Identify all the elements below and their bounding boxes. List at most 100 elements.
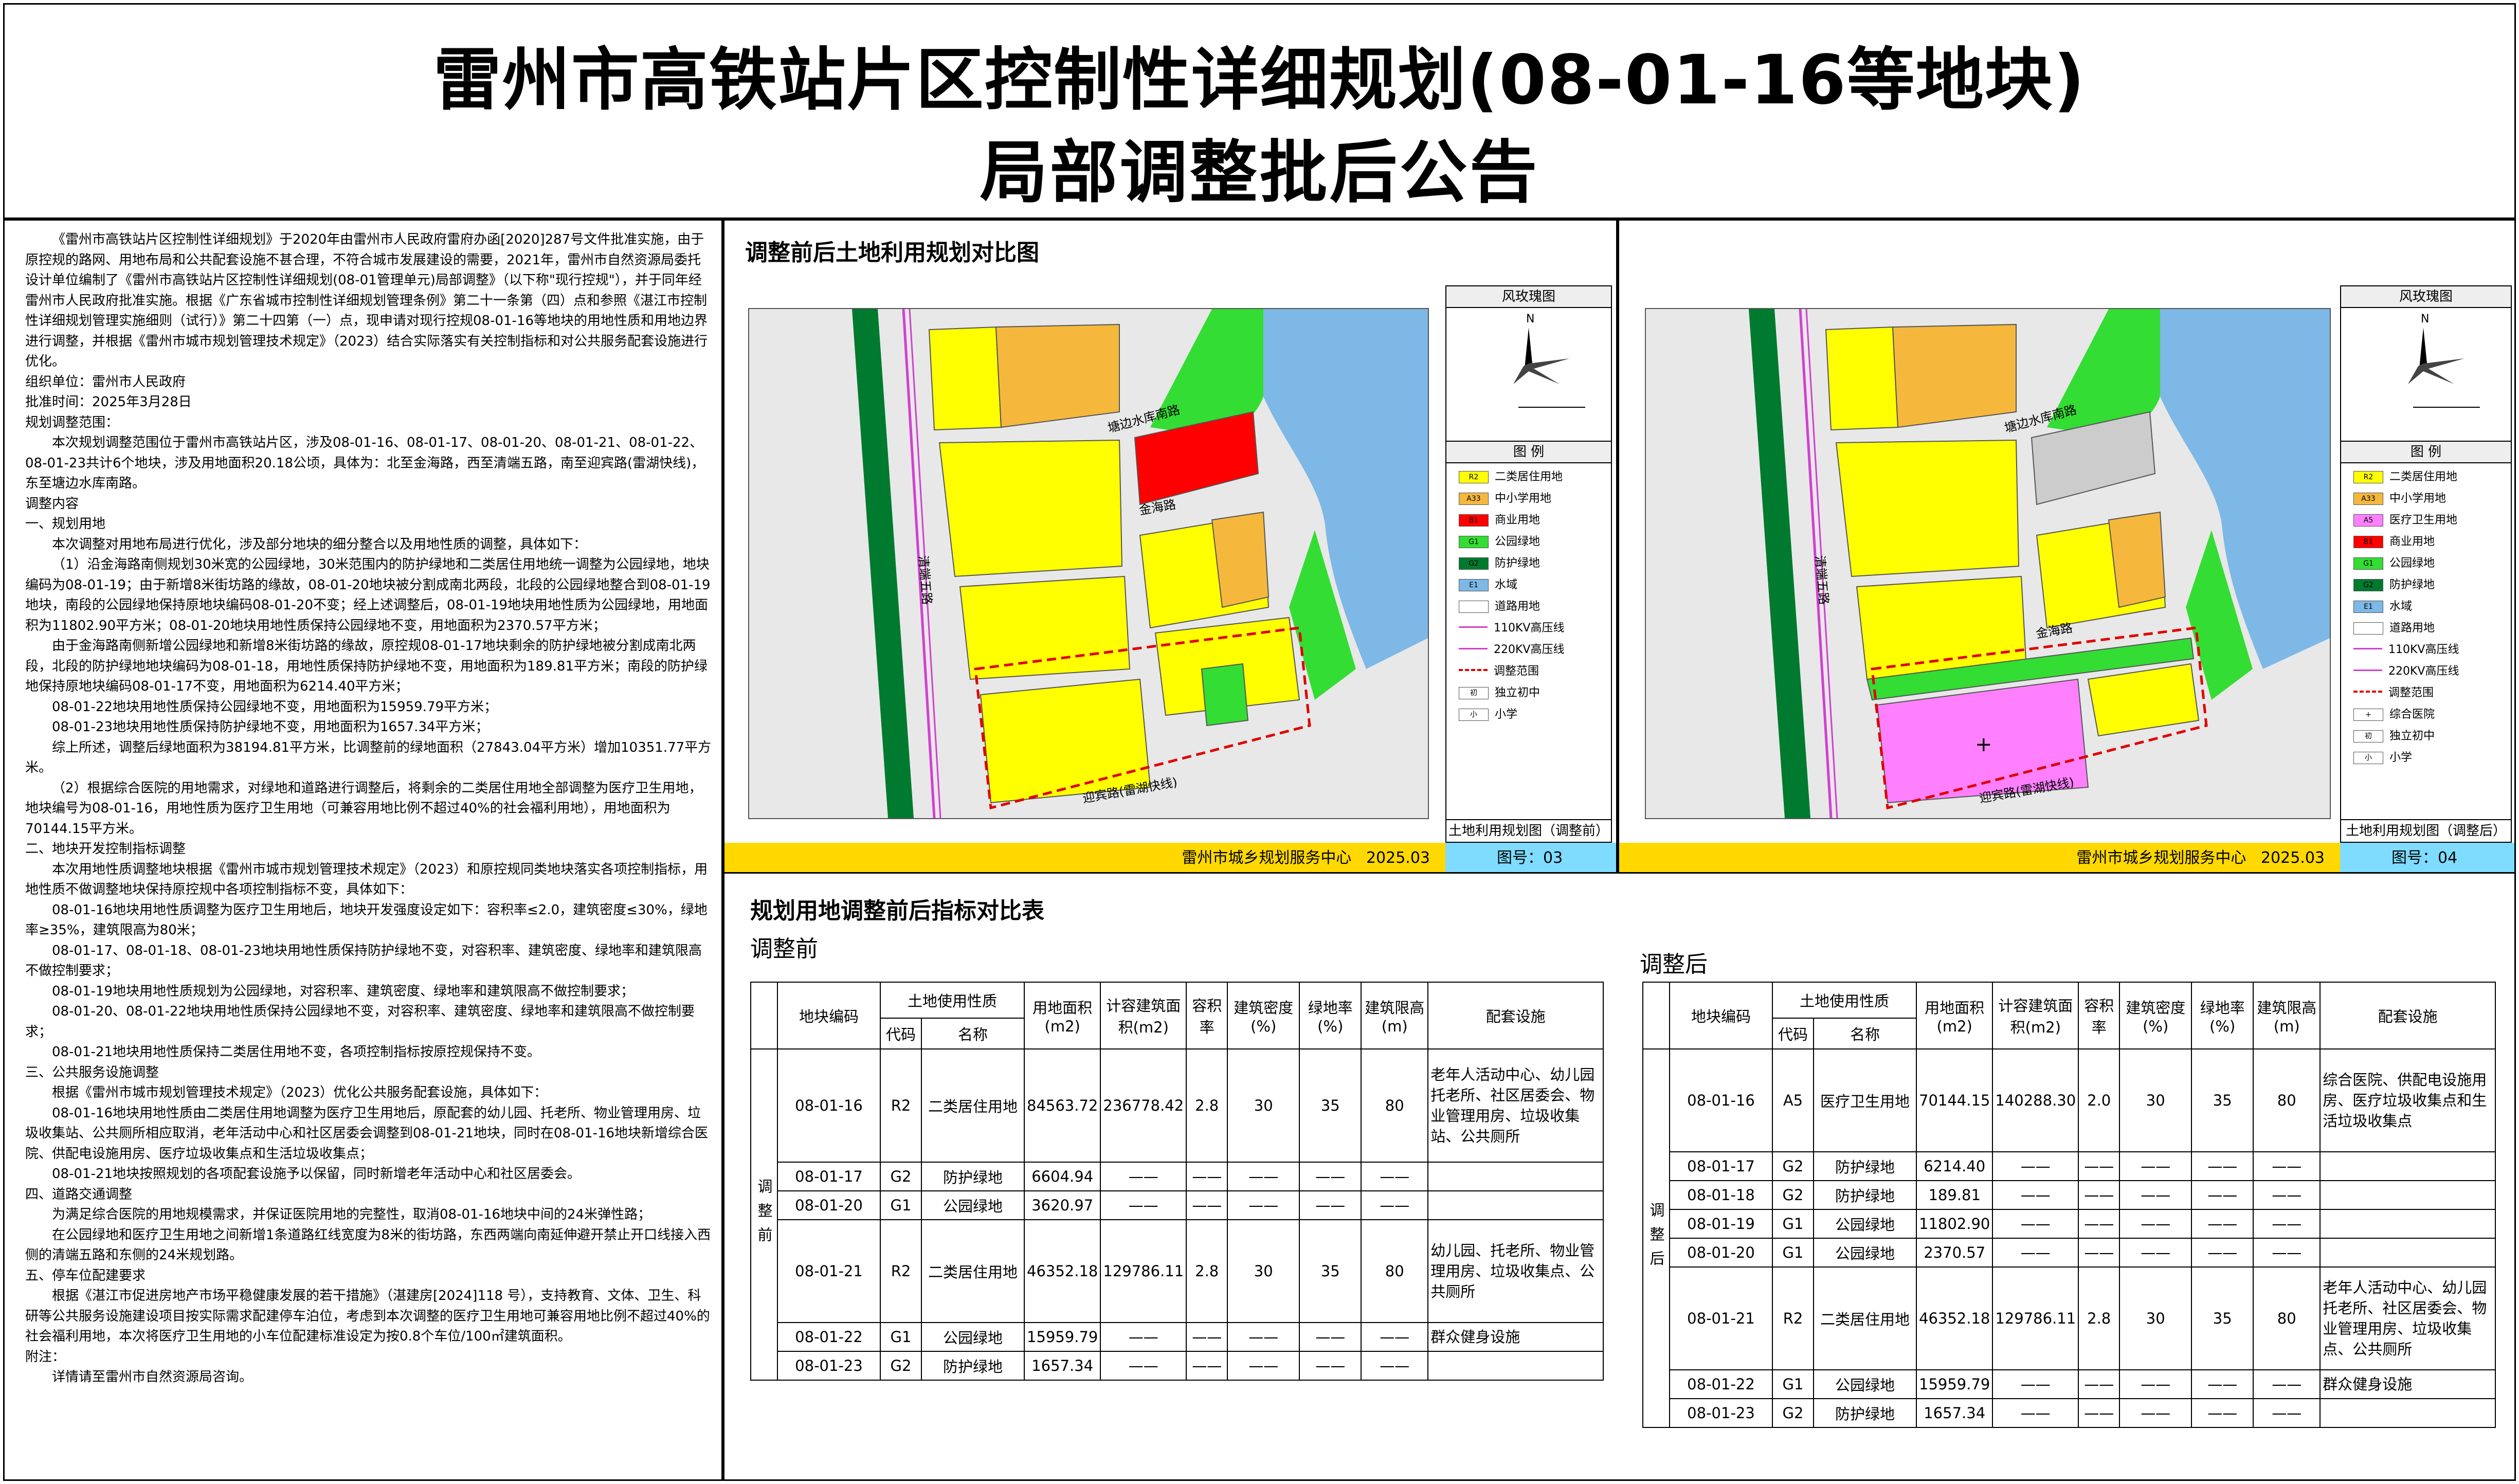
table-cell: —— (1186, 1190, 1228, 1220)
table-header: 计容建筑面积(m2) (1992, 982, 2079, 1049)
land-use-map-before-svg: 塘边水库南路 金海路 清端五路 迎宾路(雷湖快线) (749, 309, 1428, 818)
table-cell: —— (2253, 1151, 2321, 1181)
table-cell: 老年人活动中心、幼儿园托老所、社区居委会、物业管理用房、垃圾收集点、公共厕所 (2319, 1266, 2496, 1370)
legend-label: 110KV高压线 (2388, 643, 2459, 656)
wind-rose-icon: N (2408, 313, 2480, 408)
table-cell: —— (1100, 1351, 1187, 1381)
table-cell (2319, 1398, 2496, 1428)
text-paragraph: 08-01-17、08-01-18、08-01-23地块用地性质保持防护绿地不变… (25, 943, 702, 979)
table-header: 容积率 (2078, 982, 2121, 1049)
text-paragraph: 08-01-22地块用地性质保持公园绿地不变，用地面积为15959.79平方米； (52, 699, 498, 715)
text-paragraph: （2）根据综合医院的用地需求，对绿地和道路进行调整后，将剩余的二类居住用地全部调… (25, 780, 702, 837)
legend-item: 调整范围 (1459, 664, 1539, 679)
table-cell: 84563.72 (1023, 1048, 1101, 1163)
legend-item: E1 水域 (1459, 577, 1517, 593)
text-paragraph: 08-01-21地块用地性质保持二类居住用地不变，各项控制指标按原控规保持不变。 (52, 1044, 541, 1060)
table-cell: —— (2253, 1180, 2321, 1210)
table-cell: 129786.11 (1992, 1266, 2079, 1370)
text-paragraph: 08-01-21地块按照规划的各项配套设施予以保留，同时新增老年活动中心和社区居… (52, 1166, 581, 1182)
text-paragraph: 08-01-20、08-01-22地块用地性质保持公园绿地不变，对容积率、建筑密… (25, 1004, 695, 1040)
table-cell: 老年人活动中心、幼儿园托老所、社区居委会、物业管理用房、垃圾收集站、公共厕所 (1427, 1048, 1604, 1163)
table-header-row: 地块编码 土地使用性质 用地面积(m2) 计容建筑面积(m2) 容积率 建筑密度(%) 绿地… (1642, 982, 2496, 1049)
footer-org-text: 雷州市城乡规划服务中心 2025.03 (2076, 849, 2325, 867)
legend-before: 风玫瑰图 N 图 例 R2 二类居住用地 A33 中小学用地 B1 商业用地 G1 公园绿地 G… (1445, 285, 1612, 843)
legend-after: 风玫瑰图 N 图 例 R2 二类居住用地 A33 中小学用地 A5 医疗卫生用地 B1 商业用… (2340, 285, 2512, 843)
text-paragraph: 批准时间：2025年3月28日 (25, 394, 192, 410)
legend-swatch: B1 (1459, 514, 1489, 527)
legend-label: 防护绿地 (2389, 578, 2435, 591)
text-paragraph: 组织单位：雷州市人民政府 (25, 374, 186, 390)
table-header: 建筑密度(%) (2119, 982, 2192, 1049)
legend-item: E1 水域 (2353, 599, 2412, 614)
table-row: 08-01-23 G2 防护绿地 1657.34 —— —— —— —— —— (1643, 1398, 2496, 1428)
wind-rose-icon: N (1513, 313, 1585, 408)
text-paragraph: 调整内容 (25, 496, 79, 512)
legend-item: 110KV高压线 (1459, 621, 1564, 636)
table-cell: 3620.97 (1023, 1190, 1101, 1220)
table-cell: 1657.34 (1915, 1398, 1994, 1428)
table-cell: 6604.94 (1023, 1162, 1101, 1191)
table-cell: —— (1992, 1180, 2079, 1210)
table-cell: —— (2253, 1209, 2321, 1239)
table-cell: 2.8 (2078, 1266, 2121, 1370)
table-cell: —— (2078, 1238, 2121, 1268)
table-cell: 46352.18 (1915, 1266, 1994, 1370)
table-cell: 08-01-16 (777, 1048, 881, 1163)
table-cell: 15959.79 (1915, 1369, 1994, 1399)
table-cell: 80 (1361, 1219, 1429, 1323)
legend-item: R2 二类居住用地 (1459, 469, 1563, 485)
legend-heading: 图 例 (2341, 441, 2511, 463)
table-cell: —— (1227, 1190, 1300, 1220)
legend-swatch (2353, 622, 2383, 635)
table-cell: 35 (1299, 1048, 1362, 1163)
table-cell: —— (2119, 1238, 2192, 1268)
text-paragraph: 三、公共服务设施调整 (25, 1064, 159, 1080)
table-cell: R2 (1772, 1266, 1814, 1370)
text-paragraph: 附注： (25, 1349, 66, 1365)
text-paragraph: 二、地块开发控制指标调整 (25, 841, 186, 857)
parcel-g1 (1201, 663, 1249, 727)
table-cell: 公园绿地 (1813, 1209, 1917, 1239)
table-side-label: 调整前 (750, 1048, 778, 1381)
table-cell: 防护绿地 (921, 1162, 1025, 1191)
table-row: 08-01-17 G2 防护绿地 6214.40 —— —— —— —— —— (1643, 1151, 2496, 1181)
text-paragraph: 四、道路交通调整 (25, 1186, 133, 1202)
table-cell: 2.8 (1186, 1219, 1228, 1323)
table-cell: —— (2078, 1151, 2121, 1181)
table-row: 08-01-19 G1 公园绿地 11802.90 —— —— —— —— —— (1643, 1209, 2496, 1239)
table-row: 08-01-18 G2 防护绿地 189.81 —— —— —— —— —— (1643, 1180, 2496, 1210)
table-cell: —— (1299, 1322, 1362, 1352)
legend-swatch: B1 (2353, 536, 2383, 548)
table-cell: 80 (2253, 1048, 2321, 1152)
table-cell: 15959.79 (1023, 1322, 1101, 1352)
parcel-a33 (2108, 511, 2166, 608)
compare-map-title: 调整前后土地利用规划对比图 (745, 240, 1039, 266)
table-cell: 防护绿地 (1813, 1398, 1917, 1428)
text-paragraph: 在公园绿地和医疗卫生用地之间新增1条道路红线宽度为8米的街坊路，东西两端向南延伸… (25, 1227, 711, 1263)
legend-swatch: A5 (2353, 514, 2383, 527)
table-cell: 二类居住用地 (921, 1048, 1025, 1163)
table-row: 08-01-22 G1 公园绿地 15959.79 —— —— —— —— —— 群众健身设施 (751, 1322, 1604, 1352)
text-paragraph: 综上所述，调整后绿地面积为38194.81平方米，比调整前的绿地面积（27843… (25, 739, 712, 776)
table-header: 绿地率(%) (2191, 982, 2254, 1049)
table-cell: 35 (2191, 1048, 2254, 1152)
table-cell: —— (1992, 1398, 2079, 1428)
table-cell: —— (2253, 1369, 2321, 1399)
table-header: 建筑限高(m) (1361, 982, 1429, 1049)
legend-label: 110KV高压线 (1494, 622, 1565, 635)
table-cell: G1 (1772, 1238, 1814, 1268)
table-cell: 1657.34 (1023, 1351, 1101, 1381)
legend-swatch: R2 (1459, 471, 1489, 483)
table-cell: —— (2191, 1398, 2254, 1428)
table-cell: —— (1100, 1162, 1187, 1191)
legend-label: 小学 (2389, 751, 2413, 764)
table-header: 地块编码 (1669, 982, 1773, 1049)
text-paragraph: 为满足综合医院的用地规模需求，并保证医院用地的完整性，取消08-01-16地块中… (52, 1207, 651, 1222)
table-cell: 70144.15 (1915, 1048, 1994, 1152)
legend-item: A5 医疗卫生用地 (2353, 513, 2457, 528)
legend-label: 220KV高压线 (2388, 665, 2459, 678)
legend-item: B1 商业用地 (2353, 534, 2435, 550)
table-row: 08-01-21 R2 二类居住用地 46352.18 129786.11 2.8 30 35… (1643, 1266, 2496, 1370)
legend-item: A33 中小学用地 (1459, 491, 1551, 506)
legend-label: 小学 (1495, 708, 1518, 721)
